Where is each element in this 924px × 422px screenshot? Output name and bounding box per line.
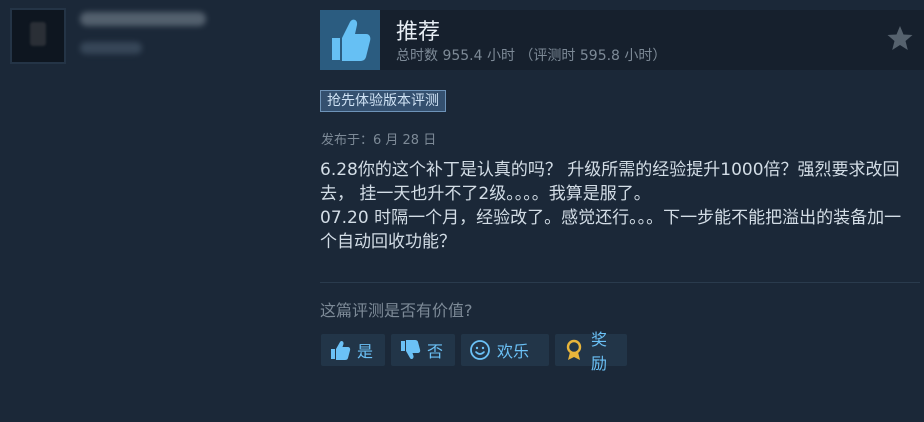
thumbs-down-icon — [399, 339, 421, 361]
vote-funny-button[interactable]: 欢乐 — [461, 334, 549, 366]
reviewer-products-blurred — [80, 42, 142, 54]
vote-no-label: 否 — [427, 342, 444, 361]
divider — [320, 282, 920, 283]
vote-yes-button[interactable]: 是 — [321, 334, 385, 366]
review-paragraph: 6.28你的这个补丁是认真的吗？ 升级所需的经验提升1000倍？强烈要求改回去，… — [320, 160, 900, 204]
posted-date: 发布于：6 月 28 日 — [321, 133, 437, 148]
playtime-hours: 总时数 955.4 小时 （评测时 595.8 小时） — [396, 48, 667, 64]
review-body: 6.28你的这个补丁是认真的吗？ 升级所需的经验提升1000倍？强烈要求改回去，… — [320, 158, 910, 254]
award-button[interactable]: 奖励 — [555, 330, 627, 373]
recommended-thumb-box — [320, 10, 380, 70]
helpful-question: 这篇评测是否有价值? — [320, 301, 473, 320]
vote-yes-label: 是 — [357, 342, 374, 361]
reviewer-name-blurred[interactable] — [80, 12, 206, 26]
early-access-badge[interactable]: 抢先体验版本评测 — [320, 90, 446, 112]
vote-buttons: 是 否 欢乐 奖励 — [321, 330, 627, 373]
thumbs-up-icon — [329, 339, 351, 361]
vote-no-button[interactable]: 否 — [391, 334, 455, 366]
review-verdict: 推荐 — [396, 20, 441, 45]
smile-icon — [469, 339, 491, 361]
star-icon[interactable] — [886, 24, 914, 52]
reviewer-avatar[interactable] — [10, 8, 66, 64]
award-label: 奖励 — [591, 330, 608, 373]
review-paragraph: 07.20 时隔一个月，经验改了。感觉还行。。。下一步能不能把溢出的装备加一个自… — [320, 208, 902, 252]
review-header: 推荐 总时数 955.4 小时 （评测时 595.8 小时） — [320, 10, 924, 70]
thumbs-up-icon — [332, 19, 371, 62]
vote-funny-label: 欢乐 — [497, 342, 530, 361]
avatar-image — [30, 22, 46, 46]
reviewer-panel — [0, 0, 300, 422]
award-icon — [563, 339, 585, 361]
